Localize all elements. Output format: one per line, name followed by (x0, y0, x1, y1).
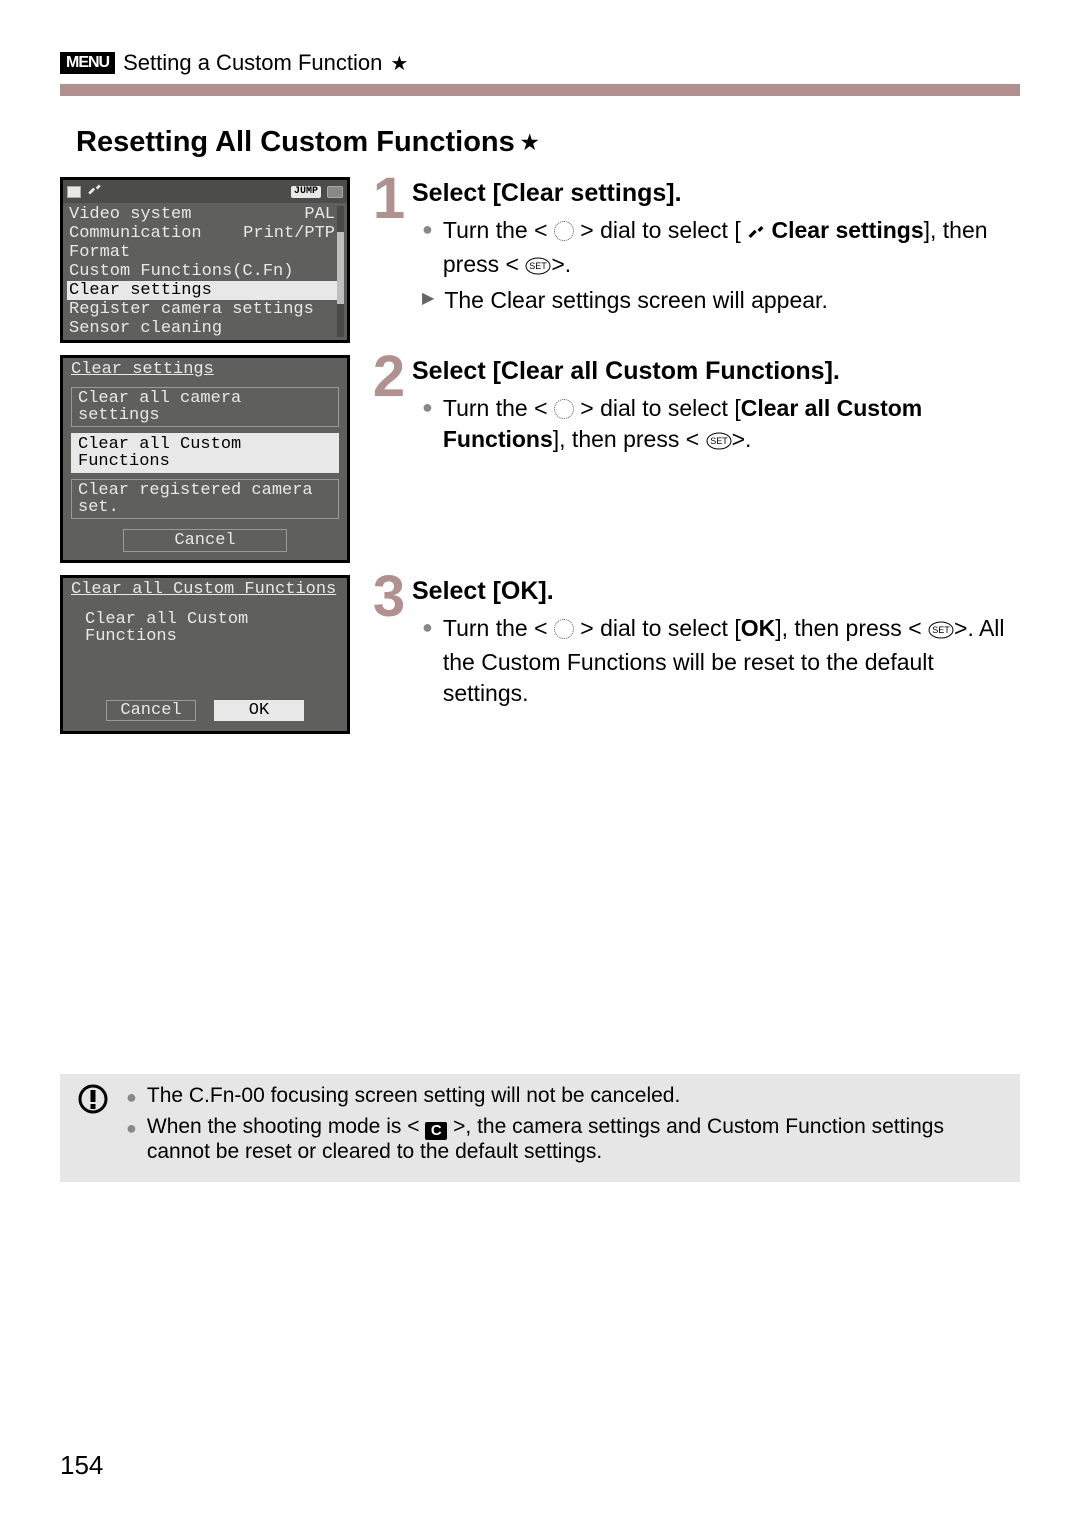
step-title: Select [Clear all Custom Functions]. (412, 355, 1020, 389)
option-clear-registered-camera-set-[interactable]: Clear registered camera set. (71, 479, 339, 519)
lcd-confirm-screen: Clear all Custom Functions Clear all Cus… (60, 575, 350, 734)
menu-item-label: Sensor cleaning (69, 320, 222, 337)
menu-item-register-camera-settings[interactable]: Register camera settings (63, 300, 347, 319)
menu-item-custom-functions-c-fn-[interactable]: Custom Functions(C.Fn) (63, 262, 347, 281)
star-icon: ★ (521, 130, 539, 155)
option-clear-all-camera-settings[interactable]: Clear all camera settings (71, 387, 339, 427)
caution-icon (78, 1084, 108, 1168)
cancel-button[interactable]: Cancel (123, 529, 287, 552)
folder-icon (67, 186, 81, 198)
jump-badge: JUMP (291, 186, 321, 198)
note-text: When the shooting mode is < C >, the cam… (147, 1115, 1002, 1164)
bullet-icon: ● (126, 1115, 137, 1164)
step-number: 2 (368, 355, 406, 460)
svg-text:SET: SET (710, 436, 728, 446)
menu-item-value: Print/PTP (243, 225, 341, 242)
caution-box: ● The C.Fn-00 focusing screen setting wi… (60, 1074, 1020, 1182)
page-number: 154 (60, 1450, 103, 1481)
scrollbar[interactable] (337, 206, 344, 337)
cancel-button[interactable]: Cancel (106, 700, 196, 721)
bullet-icon: ● (422, 215, 433, 283)
step-2: 2 Select [Clear all Custom Functions]. ●… (368, 355, 1020, 460)
breadcrumb: MENU Setting a Custom Function ★ (60, 50, 1020, 76)
step-text: Turn the < > dial to select [Clear all C… (443, 393, 1020, 458)
c-mode-icon: C (425, 1122, 447, 1140)
lcd-menu-screen: JUMP Video system PAL Communication Print/P… (60, 177, 350, 343)
dial-icon (554, 399, 574, 419)
lcd-clear-settings-screen: Clear settings Clear all camera settings… (60, 355, 350, 563)
menu-item-label: Format (69, 244, 130, 261)
option-clear-all-custom-functions[interactable]: Clear all Custom Functions (71, 433, 339, 473)
menu-item-label: Register camera settings (69, 301, 314, 318)
bullet-icon: ● (422, 393, 433, 458)
menu-item-label: Custom Functions(C.Fn) (69, 263, 293, 280)
bullet-icon: ● (126, 1084, 137, 1111)
step-3: 3 Select [OK]. ● Turn the < > dial to se… (368, 575, 1020, 711)
step-text: The Clear settings screen will appear. (444, 285, 828, 316)
lcd-subtitle: Clear all Custom Functions (63, 601, 347, 645)
bullet-icon: ● (422, 613, 433, 709)
dial-icon (554, 221, 574, 241)
step-text: Turn the < > dial to select [ Clear sett… (443, 215, 1020, 283)
section-title-text: Resetting All Custom Functions (76, 126, 515, 159)
triangle-icon: ▶ (422, 285, 434, 316)
wrench-icon (87, 182, 102, 201)
menu-badge: MENU (60, 52, 115, 74)
menu-item-video-system[interactable]: Video system PAL (63, 205, 347, 224)
step-text: Turn the < > dial to select [OK], then p… (443, 613, 1020, 709)
camera-icon (327, 186, 343, 198)
svg-text:SET: SET (932, 625, 950, 635)
note-text: The C.Fn-00 focusing screen setting will… (147, 1084, 680, 1111)
lcd-title: Clear settings (63, 358, 347, 381)
menu-item-communication[interactable]: Communication Print/PTP (63, 224, 347, 243)
menu-item-label: Communication (69, 225, 202, 242)
dial-icon (554, 619, 574, 639)
step-number: 3 (368, 575, 406, 711)
star-icon: ★ (390, 51, 408, 76)
menu-item-label: Video system (69, 206, 191, 223)
svg-text:SET: SET (530, 261, 548, 271)
menu-item-label: Clear settings (69, 282, 212, 299)
step-title: Select [OK]. (412, 575, 1020, 609)
lcd-header: JUMP (63, 180, 347, 203)
set-icon: SET (706, 427, 732, 458)
set-icon: SET (525, 252, 551, 283)
set-icon: SET (928, 616, 954, 647)
lcd-title: Clear all Custom Functions (63, 578, 347, 601)
menu-item-format[interactable]: Format (63, 243, 347, 262)
step-number: 1 (368, 177, 406, 318)
breadcrumb-title: Setting a Custom Function (123, 50, 382, 76)
section-title: Resetting All Custom Functions ★ (60, 126, 1020, 159)
divider (60, 84, 1020, 96)
step-title: Select [Clear settings]. (412, 177, 1020, 211)
menu-item-sensor-cleaning[interactable]: Sensor cleaning (63, 319, 347, 338)
menu-item-value: PAL (304, 206, 341, 223)
wrench-icon (747, 218, 765, 249)
menu-item-clear-settings[interactable]: Clear settings (67, 281, 343, 300)
ok-button[interactable]: OK (214, 700, 304, 721)
step-1: 1 Select [Clear settings]. ● Turn the < … (368, 177, 1020, 318)
